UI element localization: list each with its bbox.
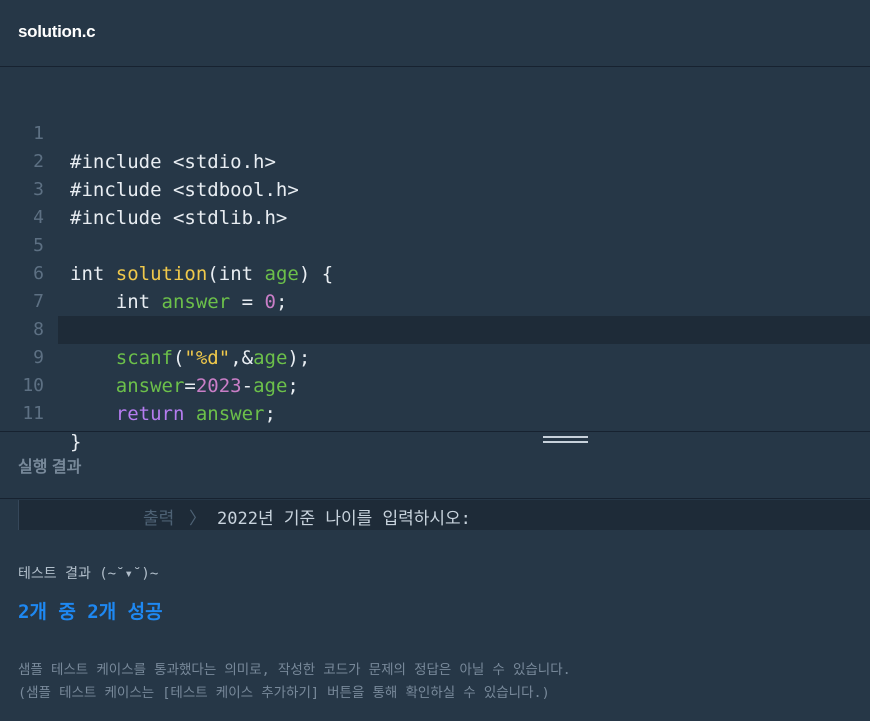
code-token: answer xyxy=(195,403,265,425)
code-line-4[interactable]: 4 xyxy=(0,176,870,228)
code-line-11[interactable]: 11 } xyxy=(0,372,870,453)
code-line-8[interactable]: 8 scanf("%d",&age); xyxy=(0,288,870,369)
code-token: } xyxy=(70,431,82,453)
test-result-title: 테스트 결과 (~˘▾˘)~ xyxy=(18,566,159,582)
code-line-7[interactable]: 7 printf("2022년 기준 나이를 입력하시오: "); xyxy=(0,260,870,341)
test-result-note-hint: (샘플 테스트 케이스는 [테스트 케이스 추가하기] 버튼을 통해 확인하실 … xyxy=(18,685,550,701)
code-editor[interactable]: 1 #include <stdio.h> 2 #include <stdbool… xyxy=(0,68,870,453)
test-result-note: 샘플 테스트 케이스를 통과했다는 의미로, 작성한 코드가 문제의 정답은 아… xyxy=(18,662,571,678)
code-token: return xyxy=(115,403,185,425)
code-line-10[interactable]: 10 return answer; xyxy=(0,344,870,425)
code-lines: 1 #include <stdio.h> 2 #include <stdbool… xyxy=(0,92,870,453)
test-result-summary: 2개 중 2개 성공 xyxy=(18,601,163,623)
code-line-2[interactable]: 2 #include <stdbool.h> xyxy=(0,120,870,201)
code-line-9[interactable]: 9 answer=2023-age; xyxy=(0,316,870,397)
code-line-6[interactable]: 6 int answer = 0; xyxy=(0,232,870,313)
code-token: ; xyxy=(264,403,276,425)
editor-tab-bar: solution.c xyxy=(0,0,870,67)
result-panel-title: 실행 결과 xyxy=(18,459,82,476)
line-number: 11 xyxy=(22,403,44,424)
output-label: 출력 xyxy=(143,509,175,529)
code-line-1[interactable]: 1 #include <stdio.h> xyxy=(0,92,870,173)
resize-handle[interactable] xyxy=(543,436,588,450)
line-code: } xyxy=(70,428,81,456)
chevron-right-icon: 〉 xyxy=(189,509,206,529)
code-line-3[interactable]: 3 #include <stdlib.h> xyxy=(0,148,870,229)
output-text: 2022년 기준 나이를 입력하시오: xyxy=(217,509,471,529)
code-line-5[interactable]: 5 int solution(int age) { xyxy=(0,204,870,285)
line-code: return answer; xyxy=(70,400,276,428)
file-tab-title[interactable]: solution.c xyxy=(18,22,96,42)
output-row: 출력 〉 2022년 기준 나이를 입력하시오: xyxy=(18,500,870,530)
result-divider xyxy=(0,498,870,499)
panel-divider xyxy=(0,431,870,432)
